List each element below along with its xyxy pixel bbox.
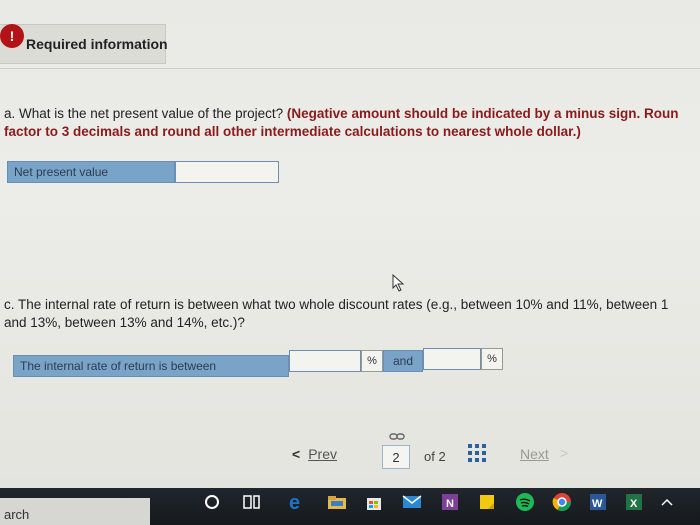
- spotify-icon[interactable]: [513, 490, 537, 514]
- irr-low-input[interactable]: [289, 350, 361, 372]
- chevron-right-icon: >: [560, 445, 569, 461]
- prev-button[interactable]: < Prev: [292, 446, 337, 462]
- npv-label: Net present value: [7, 161, 175, 183]
- mail-icon[interactable]: [400, 490, 424, 514]
- onenote-icon[interactable]: N: [438, 490, 462, 514]
- file-explorer-icon[interactable]: [325, 490, 349, 514]
- svg-text:X: X: [630, 498, 638, 510]
- link-icon: [389, 433, 405, 440]
- question-a-hint: factor to 3 decimals and round all other…: [4, 124, 581, 139]
- percent-sign: %: [361, 350, 383, 372]
- excel-icon[interactable]: X: [622, 490, 646, 514]
- sticky-notes-icon[interactable]: [475, 490, 499, 514]
- search-text: arch: [4, 507, 30, 522]
- chevron-left-icon: <: [292, 446, 301, 462]
- divider: [0, 68, 700, 69]
- irr-label: The internal rate of return is between: [13, 355, 289, 377]
- page-count: of 2: [424, 449, 446, 464]
- prev-label: Prev: [308, 446, 337, 462]
- svg-text:W: W: [592, 498, 603, 510]
- alert-icon: !: [0, 24, 24, 48]
- next-button[interactable]: Next: [520, 446, 549, 462]
- npv-input[interactable]: [175, 161, 279, 183]
- question-c-text: c. The internal rate of return is betwee…: [4, 297, 669, 312]
- task-view-icon[interactable]: [240, 490, 264, 514]
- irr-high-input[interactable]: [423, 348, 481, 370]
- mouse-cursor-icon: [392, 274, 405, 292]
- cortana-icon[interactable]: [200, 490, 224, 514]
- edge-browser-icon[interactable]: e: [285, 490, 309, 514]
- page-number-box[interactable]: 2: [382, 445, 410, 469]
- chrome-icon[interactable]: [550, 490, 574, 514]
- and-label: and: [383, 350, 423, 372]
- word-icon[interactable]: W: [586, 490, 610, 514]
- required-info-title: Required information: [26, 36, 168, 52]
- percent-sign-2: %: [481, 348, 503, 370]
- svg-text:e: e: [289, 492, 300, 512]
- chevron-up-icon[interactable]: [655, 490, 679, 514]
- grid-view-icon[interactable]: [468, 444, 486, 462]
- svg-text:N: N: [446, 498, 454, 510]
- store-icon[interactable]: [362, 490, 386, 514]
- question-c-text-2: and 13%, between 13% and 14%, etc.)?: [4, 315, 245, 330]
- assignment-page: [0, 0, 700, 488]
- question-a-text: a. What is the net present value of the …: [4, 106, 679, 121]
